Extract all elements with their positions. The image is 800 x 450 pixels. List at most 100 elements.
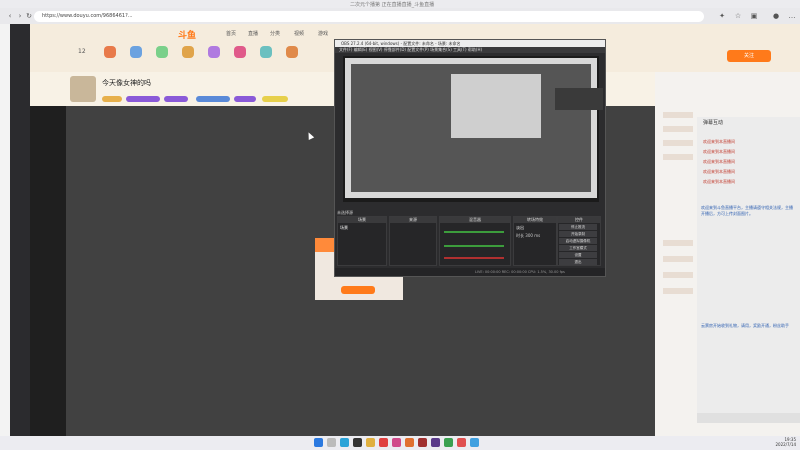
sources-header: 来源 bbox=[390, 217, 436, 223]
back-icon[interactable]: ‹ bbox=[6, 12, 14, 20]
chat-message: 欢迎来到本直播间 bbox=[703, 159, 735, 164]
audio-meter bbox=[444, 257, 504, 259]
chat-message: 欢迎来到本直播间 bbox=[703, 149, 735, 154]
scene-item[interactable]: 场景 bbox=[338, 223, 386, 233]
obs-window[interactable]: OBS 27.2.4 (64-bit, windows) - 配置文件: 未命名… bbox=[334, 39, 606, 277]
app-icon[interactable] bbox=[457, 438, 466, 447]
list-item[interactable] bbox=[663, 154, 693, 160]
studio-mode-button[interactable]: 工作室模式 bbox=[559, 245, 597, 251]
nested-capture bbox=[351, 64, 603, 192]
chat-message: 欢迎来到本直播间 bbox=[703, 179, 735, 184]
list-item[interactable] bbox=[663, 256, 693, 262]
feature-icon[interactable] bbox=[104, 46, 116, 58]
mixer-header: 混音器 bbox=[440, 217, 510, 223]
extensions-icon[interactable]: ✦ bbox=[718, 12, 726, 20]
chat-notice: 欢迎来到斗鱼直播平台，主播请遵守相关法规，主播开播后，方可上传封面图片。 bbox=[701, 205, 793, 216]
virtual-camera-button[interactable]: 启动虚拟摄像机 bbox=[559, 238, 597, 244]
feature-icon[interactable] bbox=[234, 46, 246, 58]
mixer-dock: 混音器 bbox=[439, 216, 511, 266]
sources-dock: 来源 bbox=[389, 216, 437, 266]
edge-icon[interactable] bbox=[340, 438, 349, 447]
system-clock[interactable]: 19:35 2022/7/14 bbox=[775, 437, 796, 447]
duration-label: 时长 300 ms bbox=[516, 233, 541, 238]
feature-icon[interactable] bbox=[130, 46, 142, 58]
audio-meter bbox=[444, 231, 504, 233]
browser-chrome: 二次元个播第 正在直播直播_斗鱼直播 ‹ › ↻ https://www.dou… bbox=[0, 0, 800, 24]
obs-title: OBS 27.2.4 (64-bit, windows) - 配置文件: 未命名… bbox=[335, 40, 605, 47]
explorer-icon[interactable] bbox=[366, 438, 375, 447]
stop-stream-button[interactable]: 停止推流 bbox=[559, 224, 597, 230]
room-title: 今天像女神的吗 bbox=[102, 79, 151, 87]
menu-item[interactable]: 场景集合(S) bbox=[430, 47, 452, 52]
obs-preview[interactable] bbox=[343, 56, 603, 202]
search-icon[interactable] bbox=[327, 438, 336, 447]
menu-item[interactable]: 编辑(E) bbox=[354, 47, 368, 52]
nested-capture-inner bbox=[555, 88, 603, 110]
nav-game[interactable]: 游戏 bbox=[318, 30, 328, 37]
clock-date: 2022/7/14 bbox=[775, 442, 796, 447]
popup-button[interactable] bbox=[341, 286, 375, 294]
chat-toolbar[interactable] bbox=[697, 413, 800, 423]
site-logo[interactable]: 斗鱼 bbox=[178, 28, 196, 41]
list-item[interactable] bbox=[663, 288, 693, 294]
start-icon[interactable] bbox=[314, 438, 323, 447]
feature-icon[interactable] bbox=[156, 46, 168, 58]
room-tag[interactable] bbox=[196, 96, 230, 102]
exit-button[interactable]: 退出 bbox=[559, 259, 597, 265]
chat-panel: 弹幕互动 欢迎来到本直播间 欢迎来到本直播间 欢迎来到本直播间 欢迎来到本直播间… bbox=[697, 117, 800, 423]
list-item[interactable] bbox=[663, 112, 693, 118]
settings-button[interactable]: 设置 bbox=[559, 252, 597, 258]
menu-item[interactable]: 配置文件(P) bbox=[407, 47, 429, 52]
nav-home[interactable]: 首页 bbox=[226, 30, 236, 37]
menu-item[interactable]: 文件(F) bbox=[339, 47, 352, 52]
collections-icon[interactable]: ▣ bbox=[750, 12, 758, 20]
favorites-icon[interactable]: ☆ bbox=[734, 12, 742, 20]
room-tag[interactable] bbox=[234, 96, 256, 102]
profile-icon[interactable]: ● bbox=[772, 12, 780, 20]
app-icon[interactable] bbox=[392, 438, 401, 447]
avatar[interactable] bbox=[70, 76, 96, 102]
menu-item[interactable]: 停靠部件(D) bbox=[384, 47, 406, 52]
controls-header: 控件 bbox=[558, 217, 600, 223]
feature-icon[interactable] bbox=[286, 46, 298, 58]
app-icon[interactable] bbox=[405, 438, 414, 447]
feature-icon[interactable] bbox=[260, 46, 272, 58]
list-item[interactable] bbox=[663, 126, 693, 132]
browser-sidebar bbox=[0, 24, 10, 436]
menu-icon[interactable]: … bbox=[788, 12, 796, 20]
nav-live[interactable]: 直播 bbox=[248, 30, 258, 37]
app-icon[interactable] bbox=[444, 438, 453, 447]
obs-menu: 文件(F) 编辑(E) 视图(V) 停靠部件(D) 配置文件(P) 场景集合(S… bbox=[335, 47, 605, 53]
obs-icon[interactable] bbox=[353, 438, 362, 447]
feature-icon[interactable] bbox=[208, 46, 220, 58]
forward-icon[interactable]: › bbox=[16, 12, 24, 20]
address-bar[interactable]: https://www.douyu.com/9686461?... bbox=[34, 11, 704, 22]
app-icon[interactable] bbox=[431, 438, 440, 447]
preview-capture bbox=[345, 58, 603, 198]
app-icon[interactable] bbox=[379, 438, 388, 447]
nav-video[interactable]: 视频 bbox=[294, 30, 304, 37]
site-left-sidebar bbox=[10, 24, 30, 436]
list-item[interactable] bbox=[663, 140, 693, 146]
room-tag[interactable] bbox=[262, 96, 288, 102]
app-icon[interactable] bbox=[418, 438, 427, 447]
nav-category[interactable]: 分类 bbox=[270, 30, 280, 37]
room-tag[interactable] bbox=[102, 96, 122, 102]
room-tag[interactable] bbox=[126, 96, 160, 102]
menu-item[interactable]: 工具(T) bbox=[453, 47, 467, 52]
nested-capture-window bbox=[451, 74, 603, 138]
list-item[interactable] bbox=[663, 272, 693, 278]
start-live-button[interactable]: 关注 bbox=[727, 50, 771, 62]
list-item[interactable] bbox=[663, 240, 693, 246]
app-icon[interactable] bbox=[470, 438, 479, 447]
chat-message: 欢迎来到本直播间 bbox=[703, 169, 735, 174]
transition-select[interactable]: 淡出 bbox=[514, 223, 556, 233]
menu-item[interactable]: 视图(V) bbox=[369, 47, 383, 52]
audio-meter bbox=[444, 245, 504, 247]
start-record-button[interactable]: 开始录制 bbox=[559, 231, 597, 237]
refresh-icon[interactable]: ↻ bbox=[25, 12, 33, 20]
room-tag[interactable] bbox=[164, 96, 188, 102]
feature-icon[interactable] bbox=[182, 46, 194, 58]
menu-item[interactable]: 帮助(H) bbox=[468, 47, 482, 52]
duration-value[interactable]: 300 ms bbox=[525, 233, 540, 238]
